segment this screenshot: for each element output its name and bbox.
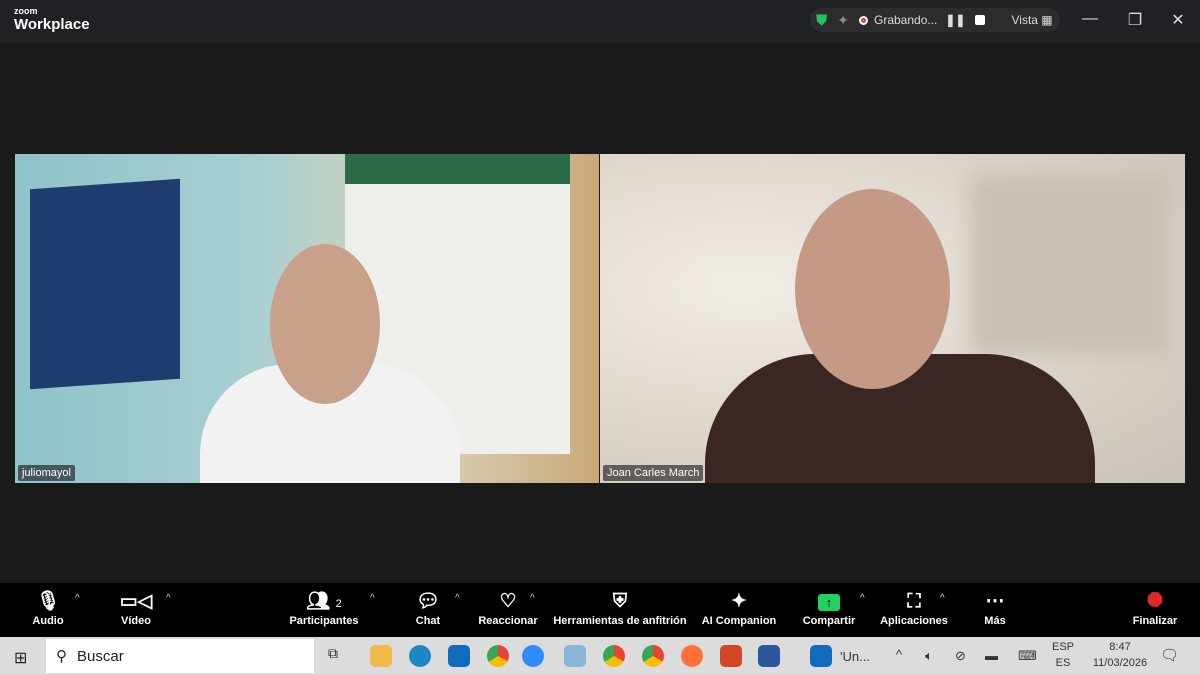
pause-recording-icon[interactable]: ❚❚ bbox=[945, 13, 965, 27]
end-icon: ⯃ bbox=[1147, 591, 1163, 612]
volume-icon[interactable]: 🔈︎ bbox=[925, 648, 933, 664]
chevron-up-icon[interactable]: ^ bbox=[455, 593, 460, 604]
restore-icon[interactable]: ❐ bbox=[1125, 10, 1145, 30]
ai-sparkle-icon[interactable]: ✦ bbox=[837, 12, 849, 29]
chrome-icon[interactable] bbox=[603, 645, 625, 667]
grid-icon: ▦ bbox=[1041, 13, 1053, 27]
encryption-shield-icon[interactable]: ⛊ bbox=[816, 12, 827, 29]
show-hidden-icons-icon[interactable]: ^ bbox=[896, 647, 902, 662]
end-meeting-button[interactable]: ⯃ Finalizar bbox=[1130, 589, 1180, 627]
chat-icon: 💬︎ bbox=[415, 591, 441, 612]
taskbar-search-input[interactable]: ⚲ Buscar bbox=[46, 639, 314, 673]
word-icon[interactable] bbox=[758, 645, 780, 667]
view-button[interactable]: Vista ▦ bbox=[1011, 13, 1052, 27]
background-picture bbox=[970, 174, 1170, 354]
recording-label: Grabando... bbox=[874, 13, 938, 27]
chevron-up-icon[interactable]: ^ bbox=[860, 593, 865, 604]
search-icon: ⚲ bbox=[56, 648, 67, 665]
more-icon: ⋯ bbox=[985, 591, 1005, 612]
windows-start-icon[interactable]: ⊞ bbox=[14, 648, 27, 668]
touch-keyboard-icon[interactable]: ⌨ bbox=[1018, 648, 1037, 664]
heart-icon: ♡ bbox=[499, 591, 517, 612]
close-icon[interactable]: ✕ bbox=[1168, 10, 1188, 30]
outlook-icon[interactable] bbox=[448, 645, 470, 667]
shield-icon: ⛨ bbox=[612, 591, 628, 612]
share-arrow-icon: ↑ bbox=[818, 594, 840, 611]
participant-face bbox=[270, 244, 380, 404]
share-button[interactable]: ↑ Compartir bbox=[800, 589, 858, 627]
participants-button[interactable]: 👥︎ 2 Participantes bbox=[288, 589, 360, 627]
poster-image bbox=[30, 178, 180, 390]
title-bar: zoom Workplace ⛊ ✦ Grabando... ❚❚ Vista ▦… bbox=[0, 0, 1200, 42]
notepad-icon[interactable] bbox=[564, 645, 586, 667]
video-tile[interactable]: Joan Carles March bbox=[600, 154, 1185, 483]
sparkle-icon: ✦ bbox=[731, 591, 747, 612]
zoom-logo: zoom Workplace bbox=[14, 6, 90, 33]
apps-icon: ⛶ bbox=[907, 591, 921, 612]
zoom-app-icon[interactable] bbox=[522, 645, 544, 667]
ai-companion-button[interactable]: ✦ AI Companion bbox=[700, 589, 778, 627]
chrome-icon[interactable] bbox=[487, 645, 509, 667]
video-button[interactable]: ▭◁ Vídeo bbox=[115, 589, 157, 627]
chrome-icon[interactable] bbox=[642, 645, 664, 667]
audio-button[interactable]: 🎙︎ Audio bbox=[28, 589, 68, 627]
windows-taskbar: ⊞ ⚲ Buscar ⧉ 'Un... ^ 🔈︎ ⊘ ▬ ⌨ ESP ES 8:47… bbox=[0, 637, 1200, 675]
recording-dot-icon bbox=[859, 15, 868, 25]
more-button[interactable]: ⋯ Más bbox=[980, 589, 1010, 627]
edge-icon[interactable] bbox=[409, 645, 431, 667]
clock[interactable]: 8:47 11/03/2026 bbox=[1090, 641, 1150, 669]
outlook-new-icon[interactable] bbox=[810, 645, 832, 667]
file-explorer-icon[interactable] bbox=[370, 645, 392, 667]
chevron-up-icon[interactable]: ^ bbox=[370, 593, 375, 604]
stop-recording-icon[interactable] bbox=[975, 15, 986, 25]
outlook-window-title[interactable]: 'Un... bbox=[840, 649, 870, 664]
meeting-toolbar: 🎙︎ Audio ^ ▭◁ Vídeo ^ 👥︎ 2 Participantes ^ … bbox=[0, 583, 1200, 637]
network-disconnected-icon[interactable]: ⊘ bbox=[955, 648, 966, 664]
microphone-icon: 🎙︎ bbox=[35, 591, 61, 612]
video-camera-icon: ▭◁ bbox=[119, 591, 153, 612]
chat-button[interactable]: 💬︎ Chat bbox=[410, 589, 446, 627]
meeting-status-pill: ⛊ ✦ Grabando... ❚❚ Vista ▦ bbox=[810, 8, 1060, 32]
host-tools-button[interactable]: ⛨ Herramientas de anfitrión bbox=[552, 589, 688, 627]
powerpoint-icon[interactable] bbox=[720, 645, 742, 667]
apps-button[interactable]: ⛶ Aplicaciones bbox=[880, 589, 948, 627]
task-view-icon[interactable]: ⧉ bbox=[328, 645, 350, 667]
video-tile[interactable]: juliomayol bbox=[15, 154, 599, 483]
battery-icon[interactable]: ▬ bbox=[985, 648, 998, 663]
react-button[interactable]: ♡ Reaccionar bbox=[478, 589, 538, 627]
minimize-icon[interactable]: — bbox=[1080, 10, 1100, 28]
firefox-icon[interactable] bbox=[681, 645, 703, 667]
chevron-up-icon[interactable]: ^ bbox=[166, 593, 171, 604]
participant-face bbox=[795, 189, 950, 389]
chevron-up-icon[interactable]: ^ bbox=[940, 593, 945, 604]
notifications-icon[interactable]: 🗨︎ bbox=[1160, 646, 1179, 664]
participant-name: juliomayol bbox=[18, 465, 75, 481]
chevron-up-icon[interactable]: ^ bbox=[530, 593, 535, 604]
chevron-up-icon[interactable]: ^ bbox=[75, 593, 80, 604]
language-indicator[interactable]: ESP ES bbox=[1052, 641, 1074, 669]
participant-name: Joan Carles March bbox=[603, 465, 704, 481]
participants-icon: 👥︎ bbox=[306, 591, 331, 612]
